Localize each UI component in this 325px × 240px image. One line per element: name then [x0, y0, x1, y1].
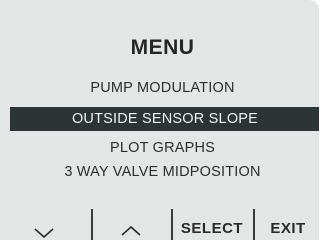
up-button[interactable]: [101, 208, 161, 240]
softkey-divider: [171, 209, 173, 240]
menu-item-plot-graphs[interactable]: PLOT GRAPHS: [0, 140, 325, 156]
menu-item-outside-sensor-slope[interactable]: OUTSIDE SENSOR SLOPE: [10, 107, 319, 131]
select-button[interactable]: SELECT: [172, 208, 252, 240]
lcd-screen: MENU PUMP MODULATION OUTSIDE SENSOR SLOP…: [0, 0, 319, 240]
chevron-down-icon: [34, 228, 54, 238]
softkey-bar: SELECT EXIT: [0, 208, 319, 240]
down-button[interactable]: [20, 208, 68, 240]
menu-title: MENU: [130, 36, 195, 59]
softkey-divider: [91, 209, 93, 240]
device-display: MENU PUMP MODULATION OUTSIDE SENSOR SLOP…: [0, 0, 325, 240]
chevron-up-icon: [121, 226, 141, 236]
softkey-divider: [253, 209, 255, 240]
exit-button[interactable]: EXIT: [262, 208, 314, 240]
menu-item-3-way-valve-midposition[interactable]: 3 WAY VALVE MIDPOSITION: [0, 164, 325, 180]
menu-item-pump-modulation[interactable]: PUMP MODULATION: [0, 80, 325, 96]
